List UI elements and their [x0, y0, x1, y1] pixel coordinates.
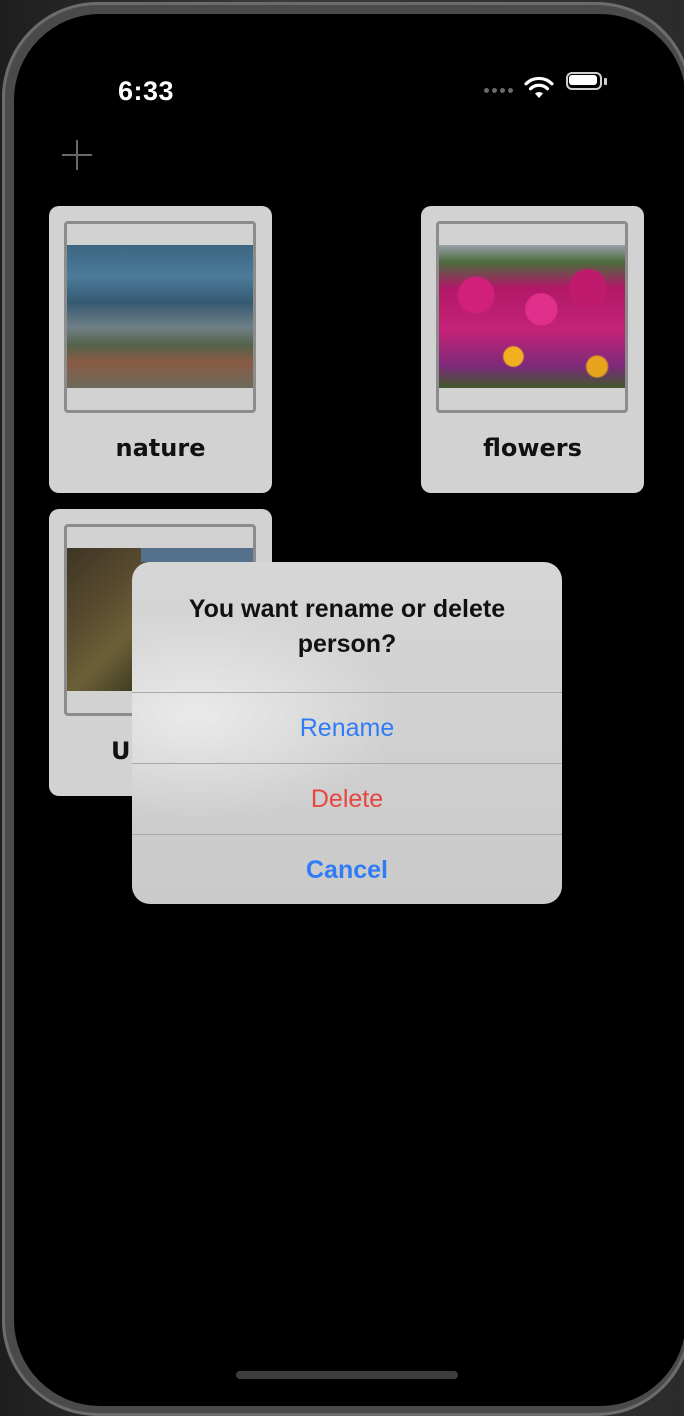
battery-icon [566, 72, 608, 94]
status-time: 6:33 [118, 76, 175, 106]
delete-button[interactable]: Delete [132, 763, 562, 834]
album-card-nature[interactable]: nature [49, 206, 272, 493]
album-label: flowers [483, 434, 582, 462]
photo-frame [436, 221, 628, 413]
rename-button[interactable]: Rename [132, 692, 562, 763]
dialog-title: You want rename or delete person? [188, 595, 506, 658]
signal-dots-icon [484, 86, 520, 94]
album-card-flowers[interactable]: flowers [421, 206, 644, 493]
album-photo [67, 245, 253, 388]
cancel-button[interactable]: Cancel [132, 834, 562, 904]
album-label: nature [115, 434, 206, 462]
action-dialog: You want rename or delete person? Rename… [132, 562, 562, 904]
album-photo [439, 245, 625, 388]
home-indicator[interactable] [236, 1371, 458, 1379]
phone-frame: 6:33 nature flowers Ur You want rename o… [2, 2, 684, 1416]
add-person-button[interactable] [60, 138, 94, 172]
screen: 6:33 nature flowers Ur You want rename o… [14, 14, 684, 1406]
photo-frame [64, 221, 256, 413]
wifi-icon [524, 76, 554, 98]
device: 6:33 nature flowers Ur You want rename o… [0, 0, 684, 1416]
